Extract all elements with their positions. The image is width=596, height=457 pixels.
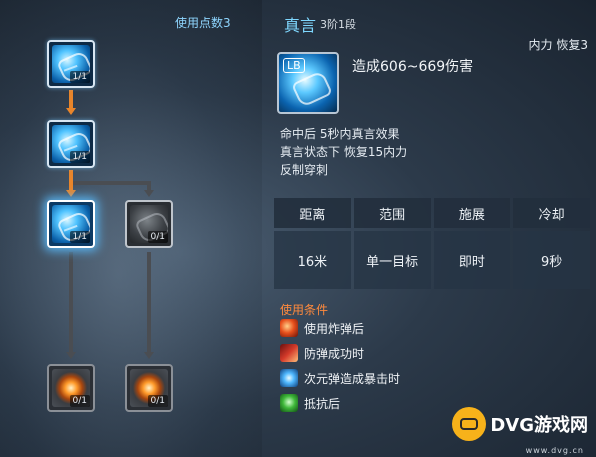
node-count: 0/1 bbox=[69, 395, 90, 407]
skill-stats-table: 距离 范围 施展 冷却 16米 单一目标 即时 9秒 bbox=[274, 198, 590, 290]
skill-cost: 内力 恢复3 bbox=[528, 38, 588, 52]
connector-arrow-4-6 bbox=[144, 352, 154, 359]
truth-bolt-icon bbox=[291, 70, 333, 108]
condition-item: 次元弹造成暴击时 bbox=[280, 369, 400, 387]
connector-2-4-horizontal bbox=[73, 181, 151, 185]
skill-node-2[interactable]: 1/1 bbox=[47, 120, 95, 168]
stat-header-cast: 施展 bbox=[433, 198, 511, 228]
node-count: 1/1 bbox=[69, 151, 90, 163]
skill-node-6[interactable]: 0/1 bbox=[125, 364, 173, 412]
resist-icon bbox=[280, 394, 298, 412]
stat-header-range: 距离 bbox=[274, 198, 351, 228]
stat-value-range: 16米 bbox=[274, 231, 351, 289]
node-count: 0/1 bbox=[147, 231, 168, 243]
node-count: 1/1 bbox=[69, 231, 90, 243]
condition-item: 使用炸弹后 bbox=[280, 319, 364, 337]
description-line: 真言状态下 恢复15内力 bbox=[280, 145, 408, 159]
skill-node-3-selected[interactable]: 1/1 bbox=[47, 200, 95, 248]
description-line: 命中后 5秒内真言效果 bbox=[280, 127, 400, 141]
connector-arrow-1-2 bbox=[66, 108, 76, 115]
skill-large-icon: LB bbox=[277, 52, 339, 114]
skill-description: 命中后 5秒内真言效果 真言状态下 恢复15内力 反制穿刺 bbox=[280, 125, 407, 179]
skill-node-4[interactable]: 0/1 bbox=[125, 200, 173, 248]
connector-arrow-3-5 bbox=[66, 352, 76, 359]
stat-value-cooldown: 9秒 bbox=[513, 231, 590, 289]
skill-node-5[interactable]: 0/1 bbox=[47, 364, 95, 412]
skill-name: 真言 bbox=[284, 16, 317, 35]
stat-value-area: 单一目标 bbox=[353, 231, 431, 289]
stat-header-area: 范围 bbox=[353, 198, 431, 228]
condition-label: 使用炸弹后 bbox=[304, 321, 365, 336]
node-count: 1/1 bbox=[69, 71, 90, 83]
condition-label: 防弹成功时 bbox=[304, 346, 365, 361]
connector-3-5 bbox=[69, 252, 73, 354]
points-used-label: 使用点数3 bbox=[175, 16, 231, 30]
dimension-orb-icon bbox=[280, 369, 298, 387]
condition-item: 防弹成功时 bbox=[280, 344, 364, 362]
deflect-icon bbox=[280, 344, 298, 362]
watermark-url: www.dvg.cn bbox=[525, 446, 584, 455]
conditions-title: 使用条件 bbox=[280, 303, 329, 317]
node-count: 0/1 bbox=[147, 395, 168, 407]
watermark-brand: DVG游戏网 bbox=[490, 415, 588, 436]
description-line: 反制穿刺 bbox=[280, 163, 329, 177]
keybind-badge: LB bbox=[283, 58, 305, 73]
connector-arrow-2-4 bbox=[144, 190, 154, 197]
stat-value-cast: 即时 bbox=[433, 231, 511, 289]
skill-rank: 3阶1段 bbox=[320, 18, 356, 31]
condition-item: 抵抗后 bbox=[280, 394, 340, 412]
condition-label: 次元弹造成暴击时 bbox=[304, 371, 401, 386]
connector-4-6 bbox=[147, 252, 151, 354]
skill-damage: 造成606~669伤害 bbox=[352, 59, 474, 75]
gamepad-logo-icon bbox=[452, 407, 487, 441]
stat-header-cooldown: 冷却 bbox=[513, 198, 590, 228]
connector-arrow-2-3 bbox=[66, 190, 76, 197]
skill-node-1[interactable]: 1/1 bbox=[47, 40, 95, 88]
bomb-flame-icon bbox=[280, 319, 298, 337]
site-watermark: DVG游戏网 bbox=[452, 407, 588, 441]
condition-label: 抵抗后 bbox=[304, 396, 341, 411]
